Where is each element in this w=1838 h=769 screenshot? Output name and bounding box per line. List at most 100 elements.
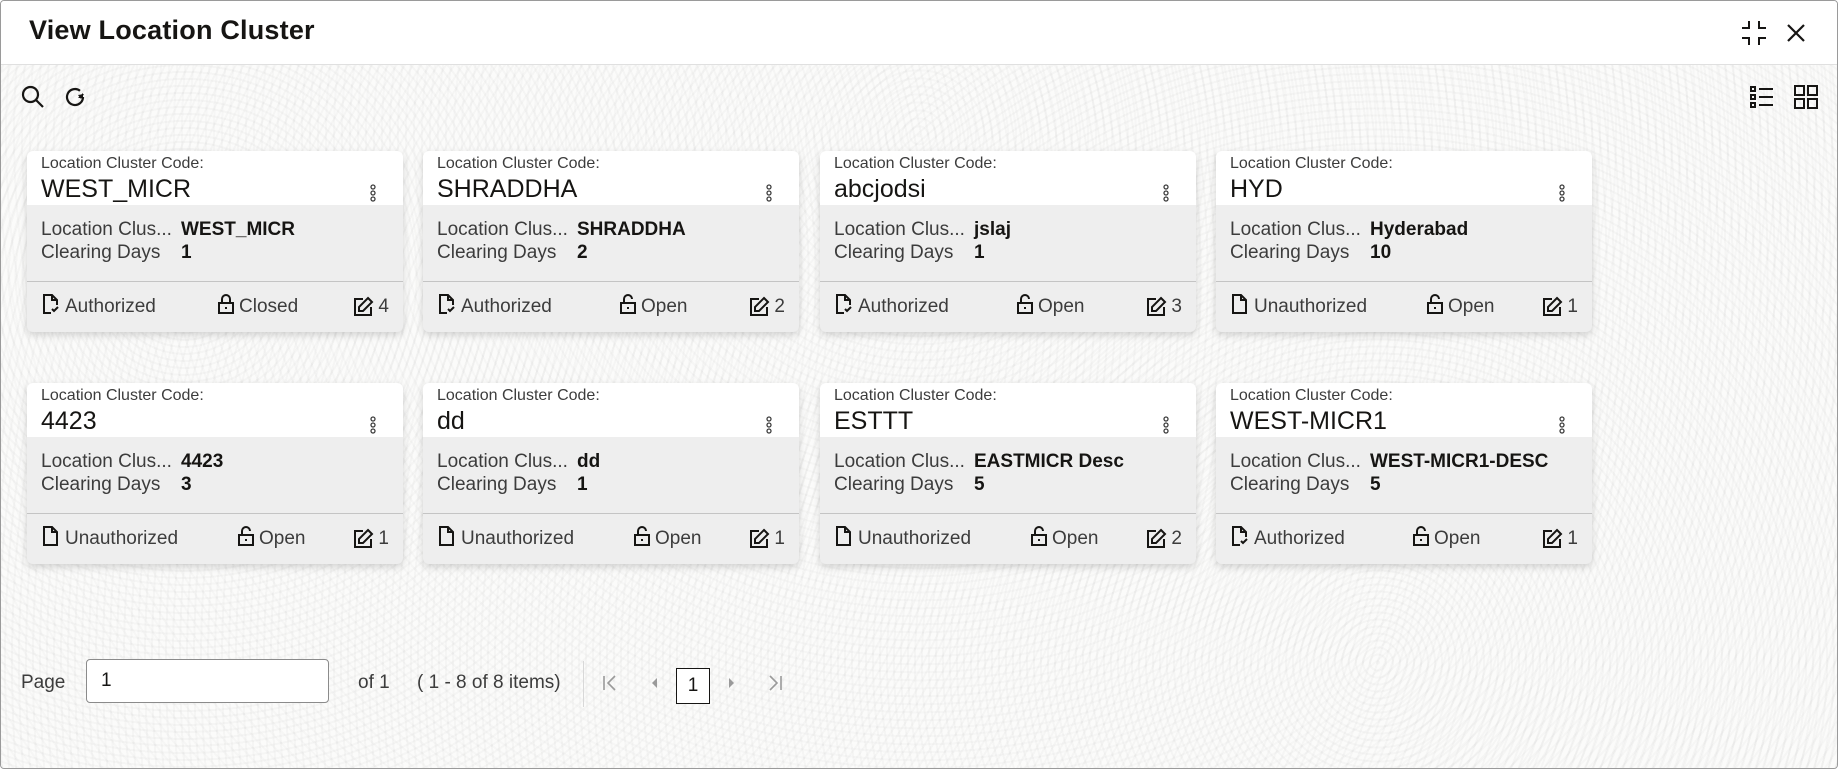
list-view-button[interactable]: [1747, 82, 1777, 112]
kebab-menu-icon: [1163, 416, 1169, 434]
description-row: Location Clus... 4423: [41, 451, 223, 473]
previous-page-button[interactable]: [642, 669, 666, 697]
authorized-document-icon: [439, 294, 455, 314]
location-cluster-card[interactable]: Location Cluster Code: SHRADDHA Location…: [423, 151, 799, 332]
edit-icon: [750, 296, 770, 316]
location-cluster-card[interactable]: Location Cluster Code: ESTTT Location Cl…: [820, 383, 1196, 564]
description-row: Location Clus... SHRADDHA: [437, 219, 686, 241]
search-button[interactable]: [18, 82, 48, 112]
minimize-button[interactable]: [1738, 17, 1770, 49]
modification-count: 1: [1541, 294, 1578, 320]
description-label: Location Clus...: [41, 451, 172, 472]
card-menu-button[interactable]: [1160, 183, 1172, 203]
modification-count: 1: [1541, 526, 1578, 552]
clearing-days-label: Clearing Days: [1230, 474, 1350, 495]
lock-open-icon: [1017, 294, 1033, 314]
description-label: Location Clus...: [1230, 219, 1361, 240]
code-label: Location Cluster Code:: [1230, 387, 1393, 404]
auth-status: Authorized: [41, 294, 156, 320]
description-value: WEST-MICR1-DESC: [1370, 451, 1549, 472]
close-icon: [1787, 24, 1805, 42]
first-page-icon: [603, 675, 616, 691]
description-value: jslaj: [974, 219, 1011, 240]
card-header: Location Cluster Code: abcjodsi: [820, 151, 1196, 205]
refresh-button[interactable]: [60, 82, 90, 112]
first-page-button[interactable]: [598, 669, 622, 697]
page-number-input[interactable]: [86, 659, 329, 703]
description-row: Location Clus... Hyderabad: [1230, 219, 1468, 241]
record-status-text: Open: [655, 528, 702, 549]
clearing-days-row: Clearing Days 1: [41, 242, 192, 264]
clearing-days-row: Clearing Days 1: [834, 242, 985, 264]
code-label: Location Cluster Code:: [834, 155, 997, 172]
lock-open-icon: [1427, 294, 1443, 314]
code-label: Location Cluster Code:: [834, 387, 997, 404]
clearing-days-row: Clearing Days 5: [1230, 474, 1381, 496]
record-status: Open: [1016, 294, 1084, 320]
card-menu-button[interactable]: [367, 183, 379, 203]
cluster-code: WEST_MICR: [41, 175, 191, 203]
record-status-text: Closed: [239, 296, 299, 317]
record-status-text: Open: [641, 296, 688, 317]
last-page-button[interactable]: [763, 669, 787, 697]
clearing-days-value: 1: [974, 242, 985, 263]
lock-open-icon: [238, 526, 254, 546]
card-header: Location Cluster Code: ESTTT: [820, 383, 1196, 437]
clearing-days-label: Clearing Days: [834, 474, 954, 495]
location-cluster-card[interactable]: Location Cluster Code: HYD Location Clus…: [1216, 151, 1592, 332]
location-cluster-card[interactable]: Location Cluster Code: abcjodsi Location…: [820, 151, 1196, 332]
auth-status-text: Authorized: [461, 296, 552, 317]
kebab-menu-icon: [1559, 184, 1565, 202]
description-value: WEST_MICR: [181, 219, 295, 240]
edit-icon: [1543, 528, 1563, 548]
clearing-days-row: Clearing Days 1: [437, 474, 588, 496]
location-cluster-card[interactable]: Location Cluster Code: 4423 Location Clu…: [27, 383, 403, 564]
cluster-code: dd: [437, 407, 465, 435]
clearing-days-label: Clearing Days: [1230, 242, 1350, 263]
card-menu-button[interactable]: [1556, 415, 1568, 435]
card-header: Location Cluster Code: dd: [423, 383, 799, 437]
current-page-button[interactable]: 1: [676, 668, 710, 704]
auth-status: Authorized: [834, 294, 949, 320]
card-menu-button[interactable]: [367, 415, 379, 435]
modification-count-text: 1: [1567, 296, 1578, 317]
record-status: Open: [1412, 526, 1480, 552]
card-menu-button[interactable]: [1160, 415, 1172, 435]
description-row: Location Clus... WEST_MICR: [41, 219, 295, 241]
record-status: Open: [1426, 294, 1494, 320]
lock-open-icon: [1413, 526, 1429, 546]
list-view-icon: [1750, 86, 1773, 108]
auth-status-text: Unauthorized: [461, 528, 575, 549]
card-menu-button[interactable]: [1556, 183, 1568, 203]
card-divider: [1216, 281, 1592, 282]
view-location-cluster-window: View Location Cluster Location Cluster C…: [0, 0, 1838, 769]
auth-status-text: Authorized: [65, 296, 156, 317]
record-status: Open: [237, 526, 305, 552]
auth-status: Authorized: [437, 294, 552, 320]
record-status: Closed: [217, 294, 298, 320]
modification-count: 1: [352, 526, 389, 552]
record-status-text: Open: [1448, 296, 1495, 317]
location-cluster-card[interactable]: Location Cluster Code: WEST-MICR1 Locati…: [1216, 383, 1592, 564]
next-page-button[interactable]: [720, 669, 744, 697]
item-range-label: ( 1 - 8 of 8 items): [417, 672, 561, 693]
card-divider: [423, 281, 799, 282]
card-divider: [820, 513, 1196, 514]
clearing-days-label: Clearing Days: [41, 242, 161, 263]
card-menu-button[interactable]: [763, 415, 775, 435]
description-row: Location Clus... dd: [437, 451, 600, 473]
close-button[interactable]: [1780, 17, 1812, 49]
authorized-document-icon: [43, 294, 59, 314]
modification-count: 2: [748, 294, 785, 320]
card-divider: [27, 513, 403, 514]
card-menu-button[interactable]: [763, 183, 775, 203]
cluster-code: HYD: [1230, 175, 1283, 203]
clearing-days-row: Clearing Days 5: [834, 474, 985, 496]
location-cluster-card[interactable]: Location Cluster Code: WEST_MICR Locatio…: [27, 151, 403, 332]
location-cluster-card[interactable]: Location Cluster Code: dd Location Clus.…: [423, 383, 799, 564]
edit-icon: [354, 296, 374, 316]
search-icon: [21, 85, 44, 108]
grid-view-button[interactable]: [1791, 82, 1821, 112]
description-value: dd: [577, 451, 601, 472]
description-value: SHRADDHA: [577, 219, 686, 240]
